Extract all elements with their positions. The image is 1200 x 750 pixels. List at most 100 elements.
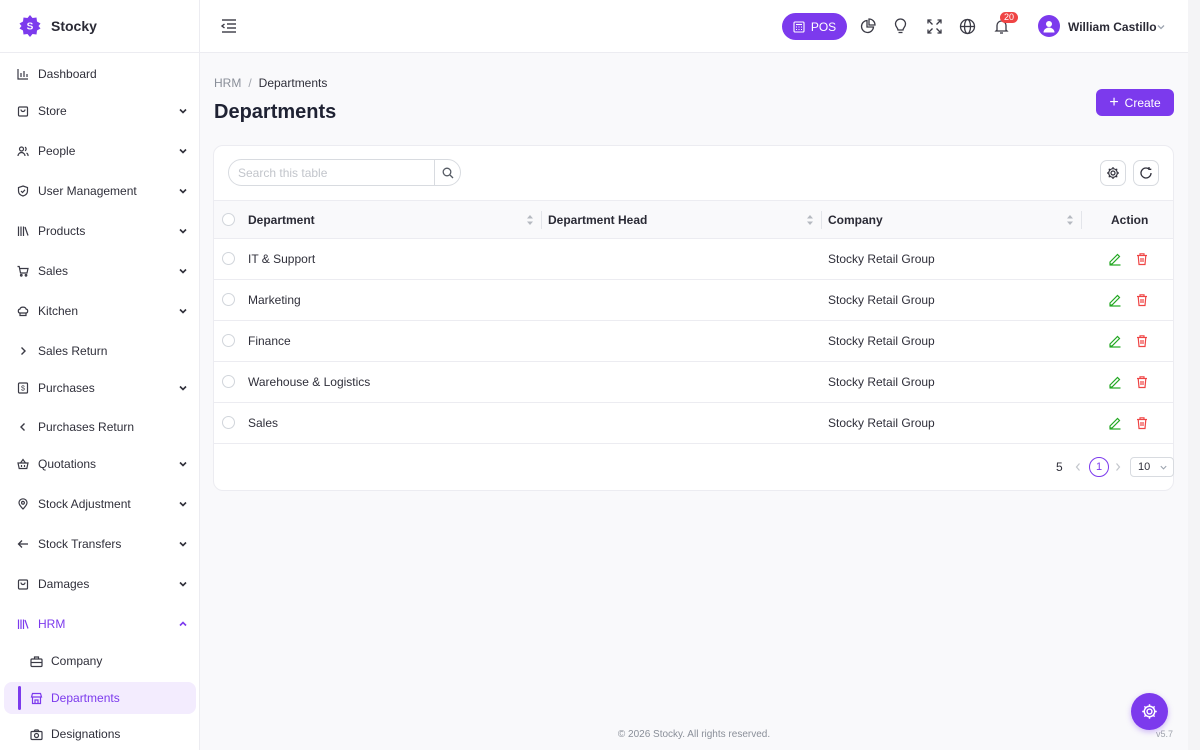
sort-icon[interactable] xyxy=(806,214,814,226)
settings-fab[interactable] xyxy=(1131,693,1168,730)
sidebar-item-label: Products xyxy=(38,224,86,238)
search-button[interactable] xyxy=(434,160,460,185)
chevron-down-icon xyxy=(179,581,187,587)
globe-icon[interactable] xyxy=(959,18,976,35)
sidebar-item-hrm[interactable]: HRM xyxy=(0,609,199,639)
sidebar-item-store[interactable]: Store xyxy=(0,96,199,126)
user-name[interactable]: William Castillo xyxy=(1068,20,1157,34)
sidebar-item-damages[interactable]: Damages xyxy=(0,569,199,599)
scrollbar[interactable] xyxy=(1188,0,1200,750)
row-checkbox[interactable] xyxy=(222,375,235,388)
sidebar-item-kitchen[interactable]: Kitchen xyxy=(0,296,199,326)
column-header-department[interactable]: Department xyxy=(248,201,315,239)
sidebar-item-quotations[interactable]: Quotations xyxy=(0,449,199,479)
gear-icon xyxy=(1107,167,1119,179)
fullscreen-icon[interactable] xyxy=(926,18,943,35)
building-icon xyxy=(30,655,43,668)
search-input[interactable] xyxy=(229,160,435,185)
chevron-down-icon[interactable] xyxy=(1156,22,1166,32)
chevron-left-icon[interactable] xyxy=(1074,462,1082,472)
notification-badge: 20 xyxy=(1000,12,1019,23)
row-checkbox[interactable] xyxy=(222,416,235,429)
departments-table-card: Department Department Head Company Actio… xyxy=(213,145,1174,491)
column-header-company[interactable]: Company xyxy=(828,201,883,239)
trash-icon[interactable] xyxy=(1135,252,1149,266)
gear-icon xyxy=(1142,704,1157,719)
sidebar-item-purchases-return[interactable]: Purchases Return xyxy=(0,412,199,442)
pos-button[interactable]: POS xyxy=(782,13,847,40)
lightbulb-icon[interactable] xyxy=(892,18,909,35)
refresh-button[interactable] xyxy=(1133,160,1159,186)
trash-icon[interactable] xyxy=(1135,416,1149,430)
menu-toggle-icon[interactable] xyxy=(220,18,238,34)
sidebar-item-products[interactable]: Products xyxy=(0,216,199,246)
cell-company: Stocky Retail Group xyxy=(828,252,935,266)
sidebar-item-label: People xyxy=(38,144,76,158)
table-row[interactable]: Marketing Stocky Retail Group xyxy=(214,280,1173,321)
sidebar-subitem-label: Designations xyxy=(51,727,121,741)
sidebar-item-sales-return[interactable]: Sales Return xyxy=(0,336,199,366)
chevron-right-icon[interactable] xyxy=(1114,462,1122,472)
cell-department: Finance xyxy=(248,334,291,348)
sidebar-item-label: User Management xyxy=(38,184,137,198)
sidebar-subitem-departments[interactable]: Departments xyxy=(4,682,196,714)
edit-icon[interactable] xyxy=(1108,293,1122,307)
create-button-label: Create xyxy=(1124,95,1161,110)
refresh-icon xyxy=(1140,167,1152,179)
table-row[interactable]: Finance Stocky Retail Group xyxy=(214,321,1173,362)
edit-icon[interactable] xyxy=(1108,334,1122,348)
sidebar-item-sales[interactable]: Sales xyxy=(0,256,199,286)
sort-icon[interactable] xyxy=(526,214,534,226)
brand-name: Stocky xyxy=(51,18,97,34)
cell-department: Sales xyxy=(248,416,279,430)
column-header-action: Action xyxy=(1111,213,1149,227)
table-row[interactable]: IT & Support Stocky Retail Group xyxy=(214,239,1173,280)
column-header-department-head[interactable]: Department Head xyxy=(548,201,647,239)
topbar: POS 20 William Castillo xyxy=(200,0,1200,53)
column-settings-button[interactable] xyxy=(1100,160,1126,186)
chevron-up-icon xyxy=(179,621,187,627)
page-size-select[interactable]: 10 xyxy=(1130,457,1174,477)
sidebar-item-user-management[interactable]: User Management xyxy=(0,176,199,206)
pagination-page[interactable]: 1 xyxy=(1089,457,1109,477)
trash-icon[interactable] xyxy=(1135,293,1149,307)
sidebar-subitem-label: Departments xyxy=(51,691,120,705)
table-row[interactable]: Warehouse & Logistics Stocky Retail Grou… xyxy=(214,362,1173,403)
sidebar-subitem-designations[interactable]: Designations xyxy=(4,718,196,750)
sidebar-item-stock-transfers[interactable]: Stock Transfers xyxy=(0,529,199,559)
row-checkbox[interactable] xyxy=(222,293,235,306)
sidebar-subitem-company[interactable]: Company xyxy=(4,645,196,677)
select-all-checkbox[interactable] xyxy=(222,213,235,226)
sidebar: S Stocky Dashboard Store People User Man… xyxy=(0,0,200,750)
sidebar-item-people[interactable]: People xyxy=(0,136,199,166)
pie-chart-icon[interactable] xyxy=(859,18,876,35)
bar-chart-icon xyxy=(17,68,29,80)
trash-icon[interactable] xyxy=(1135,375,1149,389)
avatar[interactable] xyxy=(1038,15,1060,37)
column-divider xyxy=(821,211,822,229)
row-checkbox[interactable] xyxy=(222,334,235,347)
sidebar-item-label: Sales xyxy=(38,264,69,278)
trash-icon[interactable] xyxy=(1135,334,1149,348)
sort-icon[interactable] xyxy=(1066,214,1074,226)
cell-company: Stocky Retail Group xyxy=(828,375,935,389)
pos-terminal-icon xyxy=(793,20,805,33)
breadcrumb-parent[interactable]: HRM xyxy=(214,76,241,90)
column-divider xyxy=(541,211,542,229)
chevron-down-icon xyxy=(179,268,187,274)
sidebar-item-label: Purchases xyxy=(38,381,95,395)
row-checkbox[interactable] xyxy=(222,252,235,265)
sidebar-item-label: Store xyxy=(38,104,67,118)
table-row[interactable]: Sales Stocky Retail Group xyxy=(214,403,1173,444)
edit-icon[interactable] xyxy=(1108,252,1122,266)
sidebar-item-dashboard[interactable]: Dashboard xyxy=(0,59,199,89)
edit-icon[interactable] xyxy=(1108,416,1122,430)
sidebar-item-label: Stock Adjustment xyxy=(38,497,131,511)
search-icon xyxy=(442,167,453,178)
edit-icon[interactable] xyxy=(1108,375,1122,389)
sidebar-item-label: Kitchen xyxy=(38,304,79,318)
sidebar-item-stock-adjustment[interactable]: Stock Adjustment xyxy=(0,489,199,519)
sidebar-item-purchases[interactable]: $ Purchases xyxy=(0,373,199,403)
create-button[interactable]: + Create xyxy=(1096,89,1174,116)
brand[interactable]: S Stocky xyxy=(0,0,199,53)
